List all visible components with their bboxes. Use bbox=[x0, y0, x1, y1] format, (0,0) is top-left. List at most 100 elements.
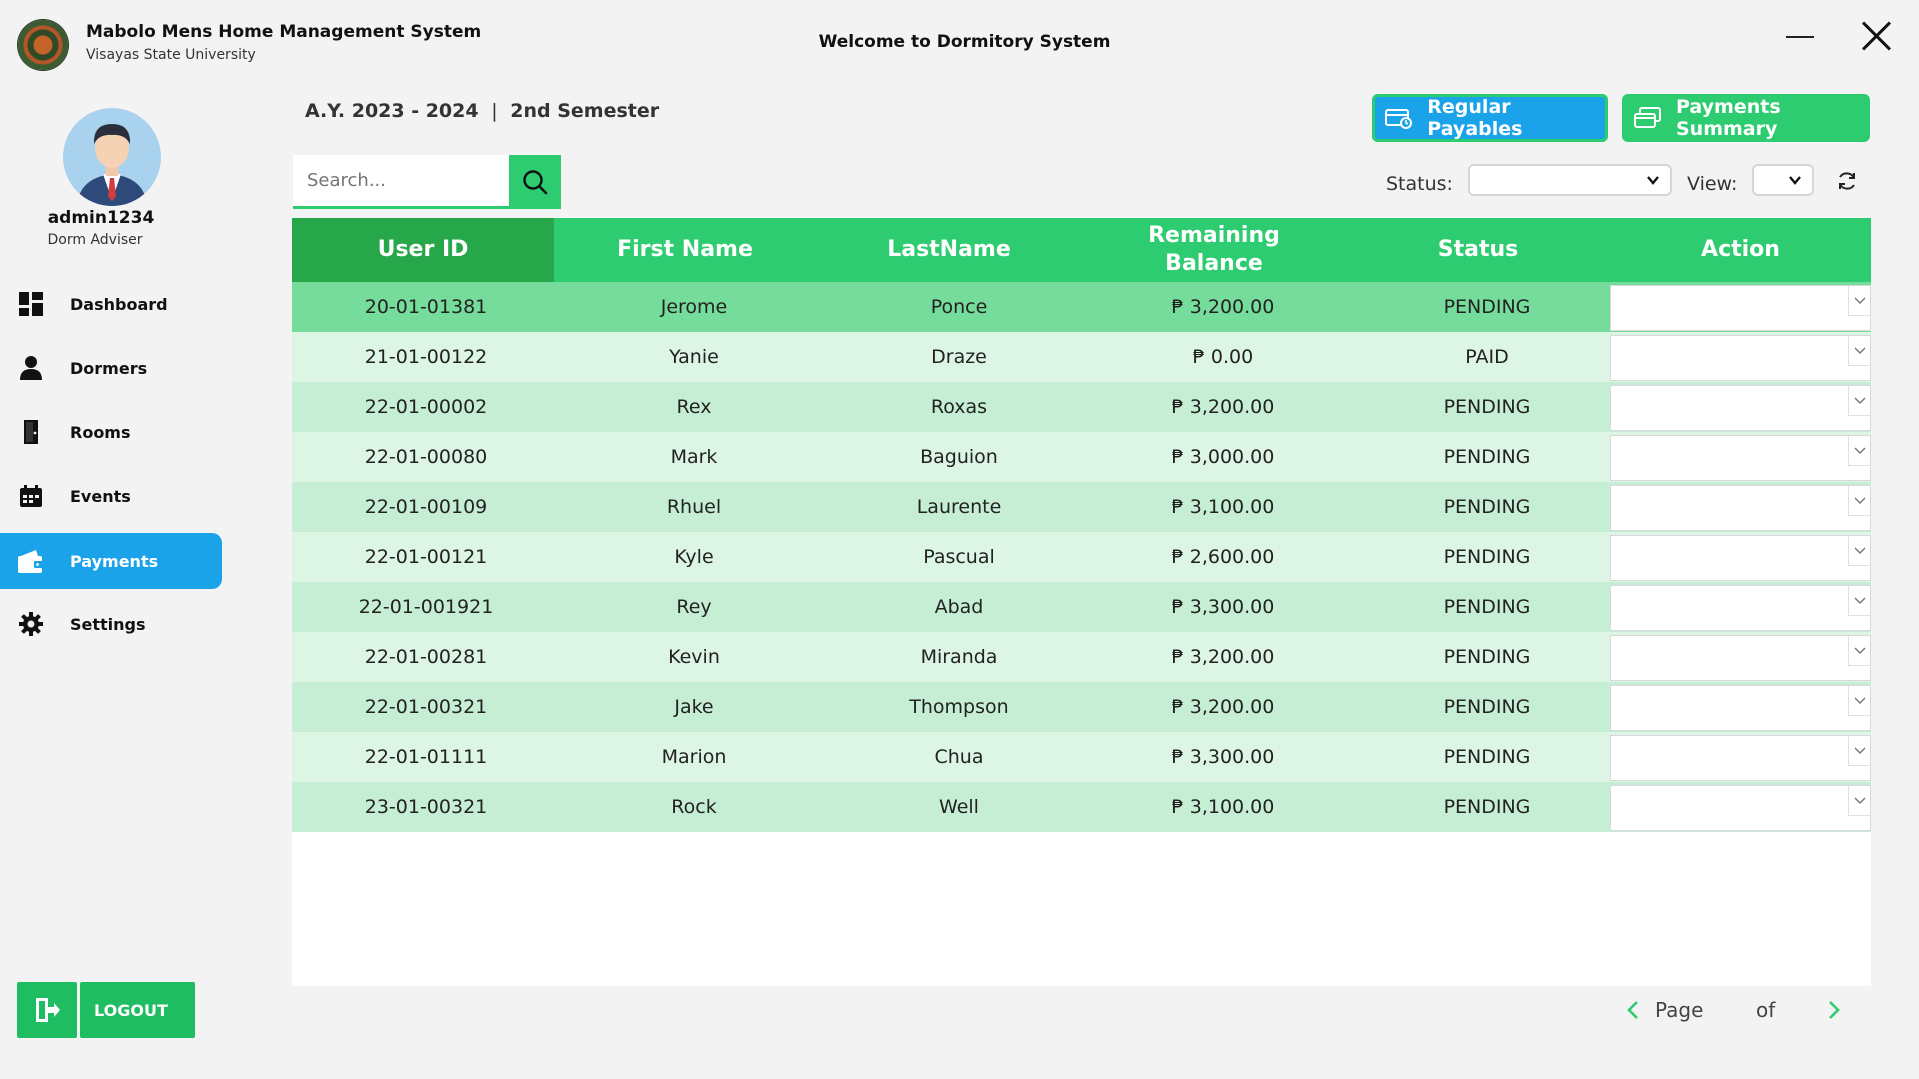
action-dropdown[interactable] bbox=[1610, 785, 1871, 831]
cell-remaining-balance: ₱ 3,100.00 bbox=[1171, 496, 1275, 518]
table-row[interactable]: 22-01-001921 Rey Abad ₱ 3,300.00 PENDING bbox=[292, 582, 1871, 632]
refresh-icon[interactable] bbox=[1836, 170, 1858, 192]
chevron-down-icon bbox=[1789, 176, 1801, 185]
sidebar-item-label: Events bbox=[70, 486, 131, 506]
action-dropdown[interactable] bbox=[1610, 735, 1871, 781]
dashboard-icon bbox=[18, 291, 44, 317]
door-icon bbox=[18, 419, 44, 445]
cell-remaining-balance: ₱ 3,300.00 bbox=[1171, 596, 1275, 618]
semester: 2nd Semester bbox=[510, 100, 660, 122]
sidebar-item-dormers[interactable]: Dormers bbox=[0, 340, 222, 396]
search-icon bbox=[523, 170, 548, 195]
sidebar-item-payments[interactable]: Payments bbox=[0, 533, 222, 589]
action-dropdown[interactable] bbox=[1610, 285, 1871, 331]
cell-user-id: 20-01-01381 bbox=[364, 296, 488, 318]
action-dropdown[interactable] bbox=[1610, 335, 1871, 381]
user-role: Dorm Adviser bbox=[47, 232, 143, 248]
table-row[interactable]: 22-01-00109 Rhuel Laurente ₱ 3,100.00 PENDIN… bbox=[292, 482, 1871, 532]
table-row[interactable]: 22-01-00002 Rex Roxas ₱ 3,200.00 PENDING bbox=[292, 382, 1871, 432]
academic-year: A.Y. 2023 - 2024 bbox=[305, 100, 479, 122]
action-dropdown[interactable] bbox=[1610, 585, 1871, 631]
table-row[interactable]: 21-01-00122 Yanie Draze ₱ 0.00 PAID bbox=[292, 332, 1871, 382]
table-row[interactable]: 22-01-00281 Kevin Miranda ₱ 3,200.00 PENDING bbox=[292, 632, 1871, 682]
action-dropdown[interactable] bbox=[1610, 385, 1871, 431]
next-page-icon[interactable] bbox=[1827, 1000, 1841, 1025]
view-filter-select[interactable] bbox=[1752, 164, 1814, 196]
sidebar-item-dashboard[interactable]: Dashboard bbox=[0, 276, 222, 332]
search-button[interactable] bbox=[509, 155, 561, 209]
regular-payables-button[interactable]: Regular Payables bbox=[1372, 94, 1608, 142]
chevron-down-icon bbox=[1848, 786, 1870, 816]
cell-user-id: 22-01-00281 bbox=[364, 646, 488, 668]
payments-table: User ID First Name LastName Remaining Ba… bbox=[292, 218, 1871, 986]
chevron-down-icon bbox=[1848, 736, 1870, 766]
column-header-last-name[interactable]: LastName bbox=[816, 218, 1082, 282]
minimize-icon[interactable] bbox=[1786, 36, 1814, 38]
sidebar-item-label: Dormers bbox=[70, 358, 148, 378]
table-row[interactable]: 22-01-01111 Marion Chua ₱ 3,300.00 PENDING bbox=[292, 732, 1871, 782]
gear-icon bbox=[18, 611, 44, 637]
cell-status: PENDING bbox=[1443, 496, 1531, 518]
sidebar-item-label: Settings bbox=[70, 614, 146, 634]
action-dropdown[interactable] bbox=[1610, 435, 1871, 481]
sidebar-item-rooms[interactable]: Rooms bbox=[0, 404, 222, 460]
payments-summary-label: Payments Summary bbox=[1676, 96, 1781, 140]
cell-last-name: Pascual bbox=[923, 546, 995, 568]
sidebar-item-label: Payments bbox=[70, 551, 159, 571]
search-input[interactable] bbox=[307, 170, 497, 191]
cell-status: PENDING bbox=[1443, 596, 1531, 618]
view-filter-label: View: bbox=[1687, 173, 1738, 195]
chevron-down-icon bbox=[1848, 286, 1870, 316]
cell-last-name: Laurente bbox=[916, 496, 1002, 518]
prev-page-icon[interactable] bbox=[1626, 1000, 1640, 1025]
action-dropdown[interactable] bbox=[1610, 635, 1871, 681]
cell-user-id: 22-01-001921 bbox=[358, 596, 494, 618]
action-dropdown[interactable] bbox=[1610, 535, 1871, 581]
bill-icon bbox=[1384, 106, 1413, 130]
close-icon[interactable] bbox=[1860, 20, 1892, 52]
cell-last-name: Abad bbox=[934, 596, 984, 618]
action-dropdown[interactable] bbox=[1610, 685, 1871, 731]
cell-last-name: Draze bbox=[931, 346, 987, 368]
chevron-down-icon bbox=[1848, 536, 1870, 566]
table-row[interactable]: 22-01-00080 Mark Baguion ₱ 3,000.00 PENDING bbox=[292, 432, 1871, 482]
status-filter-select[interactable] bbox=[1468, 164, 1672, 196]
sidebar-item-events[interactable]: Events bbox=[0, 468, 222, 524]
cell-user-id: 22-01-01111 bbox=[364, 746, 488, 768]
cell-remaining-balance: ₱ 0.00 bbox=[1192, 346, 1254, 368]
table-row[interactable]: 22-01-00121 Kyle Pascual ₱ 2,600.00 PENDING bbox=[292, 532, 1871, 582]
cell-user-id: 21-01-00122 bbox=[364, 346, 488, 368]
cell-status: PENDING bbox=[1443, 446, 1531, 468]
cell-remaining-balance: ₱ 3,300.00 bbox=[1171, 746, 1275, 768]
cell-status: PENDING bbox=[1443, 796, 1531, 818]
column-header-user-id[interactable]: User ID bbox=[292, 218, 554, 282]
table-header: User ID First Name LastName Remaining Ba… bbox=[292, 218, 1871, 282]
table-row[interactable]: 23-01-00321 Rock Well ₱ 3,100.00 PENDING bbox=[292, 782, 1871, 832]
payments-summary-button[interactable]: Payments Summary bbox=[1622, 94, 1870, 142]
cell-first-name: Kyle bbox=[674, 546, 714, 568]
cell-remaining-balance: ₱ 3,200.00 bbox=[1171, 646, 1275, 668]
cell-user-id: 22-01-00321 bbox=[364, 696, 488, 718]
logout-button[interactable]: LOGOUT bbox=[17, 982, 195, 1038]
table-row[interactable]: 22-01-00321 Jake Thompson ₱ 3,200.00 PENDING bbox=[292, 682, 1871, 732]
column-header-first-name[interactable]: First Name bbox=[554, 218, 816, 282]
cell-last-name: Roxas bbox=[930, 396, 988, 418]
sidebar-item-settings[interactable]: Settings bbox=[0, 596, 222, 652]
column-header-remaining-balance[interactable]: Remaining Balance bbox=[1082, 218, 1346, 282]
cell-status: PENDING bbox=[1443, 396, 1531, 418]
person-icon bbox=[18, 355, 44, 381]
welcome-text: Welcome to Dormitory System bbox=[818, 32, 1111, 52]
action-dropdown[interactable] bbox=[1610, 485, 1871, 531]
cell-status: PENDING bbox=[1443, 296, 1531, 318]
table-row[interactable]: 20-01-01381 Jerome Ponce ₱ 3,200.00 PENDING bbox=[292, 282, 1871, 332]
cell-last-name: Chua bbox=[934, 746, 984, 768]
cell-remaining-balance: ₱ 3,000.00 bbox=[1171, 446, 1275, 468]
chevron-down-icon bbox=[1848, 636, 1870, 666]
calendar-icon bbox=[18, 483, 44, 509]
column-header-action[interactable]: Action bbox=[1610, 218, 1871, 282]
wallet-icon bbox=[18, 548, 44, 574]
cell-first-name: Marion bbox=[661, 746, 727, 768]
chevron-down-icon bbox=[1848, 386, 1870, 416]
column-header-status[interactable]: Status bbox=[1346, 218, 1610, 282]
cell-first-name: Jerome bbox=[660, 296, 728, 318]
